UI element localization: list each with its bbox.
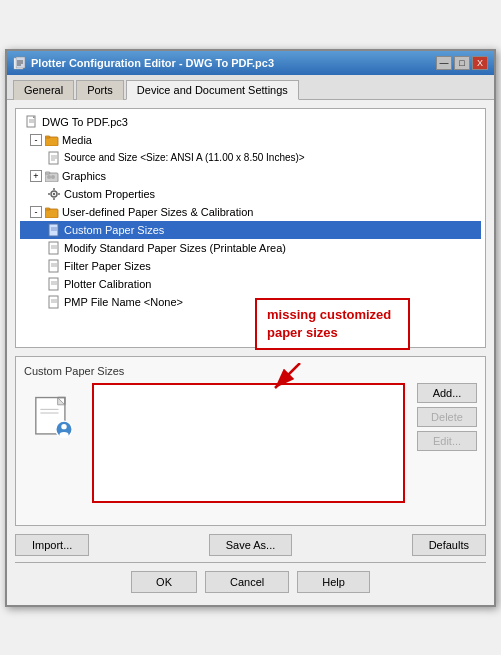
- tree-label-filter-paper: Filter Paper Sizes: [64, 260, 151, 272]
- minimize-button[interactable]: —: [436, 56, 452, 70]
- tree-label-modify-standard: Modify Standard Paper Sizes (Printable A…: [64, 242, 286, 254]
- tree-item-root[interactable]: DWG To PDF.pc3: [20, 113, 481, 131]
- gear-icon-props: [46, 186, 62, 202]
- list-box-container: missing customized paper sizes: [92, 383, 405, 503]
- tab-device-doc[interactable]: Device and Document Settings: [126, 80, 299, 100]
- page-icon-source: [46, 150, 62, 166]
- callout-arrow: [270, 363, 310, 396]
- tab-general[interactable]: General: [13, 80, 74, 100]
- tree-item-graphics[interactable]: + Graphics: [20, 167, 481, 185]
- callout-box: missing customized paper sizes: [255, 298, 410, 350]
- close-button[interactable]: X: [472, 56, 488, 70]
- tree-item-custom-paper[interactable]: Custom Paper Sizes: [20, 221, 481, 239]
- tree-item-source-size[interactable]: Source and Size <Size: ANSI A (11.00 x 8…: [20, 149, 481, 167]
- tree-label-user-defined: User-defined Paper Sizes & Calibration: [62, 206, 253, 218]
- tree-item-modify-standard[interactable]: Modify Standard Paper Sizes (Printable A…: [20, 239, 481, 257]
- section-title: Custom Paper Sizes: [24, 365, 477, 377]
- edit-button[interactable]: Edit...: [417, 431, 477, 451]
- tree-item-plotter-cal[interactable]: Plotter Calibration: [20, 275, 481, 293]
- tree-item-media[interactable]: - Media: [20, 131, 481, 149]
- page-icon-pmp: [46, 294, 62, 310]
- tree-label-custom-paper: Custom Paper Sizes: [64, 224, 164, 236]
- svg-rect-26: [45, 208, 50, 210]
- folder-icon-graphics: [44, 168, 60, 184]
- tab-ports[interactable]: Ports: [76, 80, 124, 100]
- callout-text: missing customized paper sizes: [267, 307, 391, 340]
- expand-graphics[interactable]: +: [30, 170, 42, 182]
- folder-icon-user-defined: [44, 204, 60, 220]
- svg-rect-10: [45, 136, 50, 138]
- page-icon-modify: [46, 240, 62, 256]
- svg-point-47: [61, 423, 66, 428]
- tab-bar: General Ports Device and Document Settin…: [7, 75, 494, 100]
- bottom-buttons: Import... Save As... Defaults: [15, 534, 486, 556]
- custom-paper-section: Custom Paper Sizes: [15, 356, 486, 526]
- side-buttons: Add... Delete Edit...: [417, 383, 477, 503]
- svg-point-18: [51, 175, 55, 179]
- paper-size-icon: [29, 393, 79, 443]
- add-button[interactable]: Add...: [417, 383, 477, 403]
- save-as-button[interactable]: Save As...: [209, 534, 293, 556]
- tree-label-root: DWG To PDF.pc3: [42, 116, 128, 128]
- custom-paper-listbox[interactable]: [92, 383, 405, 503]
- defaults-button[interactable]: Defaults: [412, 534, 486, 556]
- svg-rect-16: [45, 172, 50, 174]
- ok-button[interactable]: OK: [131, 571, 197, 593]
- tree-item-custom-props[interactable]: Custom Properties: [20, 185, 481, 203]
- svg-point-48: [59, 432, 68, 437]
- import-button[interactable]: Import...: [15, 534, 89, 556]
- tree-panel[interactable]: DWG To PDF.pc3 - Media: [15, 108, 486, 348]
- tree-label-pmp-file: PMP File Name <None>: [64, 296, 183, 308]
- content-area: DWG To PDF.pc3 - Media: [7, 100, 494, 605]
- tree-item-pmp-file[interactable]: PMP File Name <None>: [20, 293, 481, 311]
- cancel-button[interactable]: Cancel: [205, 571, 289, 593]
- page-icon-plotter-cal: [46, 276, 62, 292]
- tree-item-filter-paper[interactable]: Filter Paper Sizes: [20, 257, 481, 275]
- expand-media[interactable]: -: [30, 134, 42, 146]
- title-bar: Plotter Configuration Editor - DWG To PD…: [7, 51, 494, 75]
- expand-user-defined[interactable]: -: [30, 206, 42, 218]
- app-icon: [13, 56, 27, 70]
- ok-cancel-row: OK Cancel Help: [15, 567, 486, 597]
- tree-label-media: Media: [62, 134, 92, 146]
- help-button[interactable]: Help: [297, 571, 370, 593]
- paper-icon-area: [24, 383, 84, 503]
- folder-icon-media: [44, 132, 60, 148]
- doc-icon: [24, 114, 40, 130]
- svg-line-50: [275, 363, 300, 388]
- paper-sizes-area: missing customized paper sizes: [24, 383, 477, 503]
- tree-label-plotter-cal: Plotter Calibration: [64, 278, 151, 290]
- maximize-button[interactable]: □: [454, 56, 470, 70]
- main-window: Plotter Configuration Editor - DWG To PD…: [5, 49, 496, 607]
- window-title: Plotter Configuration Editor - DWG To PD…: [31, 57, 274, 69]
- tree-label-graphics: Graphics: [62, 170, 106, 182]
- tree-label-source-size: Source and Size <Size: ANSI A (11.00 x 8…: [64, 152, 305, 163]
- svg-point-17: [47, 175, 51, 179]
- page-icon-custom-paper: [46, 222, 62, 238]
- svg-point-20: [53, 192, 55, 194]
- tree-label-custom-props: Custom Properties: [64, 188, 155, 200]
- page-icon-filter: [46, 258, 62, 274]
- tree-item-user-defined[interactable]: - User-defined Paper Sizes & Calibration: [20, 203, 481, 221]
- divider: [15, 562, 486, 563]
- delete-button[interactable]: Delete: [417, 407, 477, 427]
